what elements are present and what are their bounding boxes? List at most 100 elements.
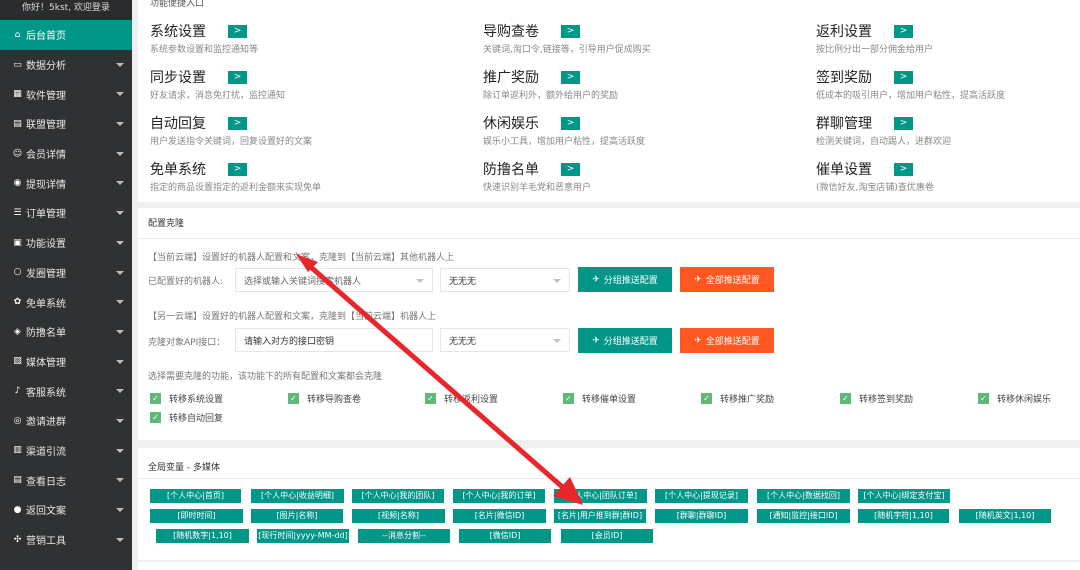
feature-title: 休闲娱乐 xyxy=(483,116,539,132)
checkbox-label: 转移休闲娱乐 xyxy=(997,395,1052,405)
feature-title: 防撸名单 xyxy=(483,162,539,178)
var-tag[interactable]: [随机字符|1,10] xyxy=(858,509,949,523)
chevron-down-icon xyxy=(116,92,124,97)
group-push-button-2[interactable]: ✈ 分组推送配置 xyxy=(578,328,672,353)
group-select-2[interactable]: 无无无 xyxy=(440,328,570,352)
chevron-down-icon xyxy=(116,359,124,364)
sidebar-item-invite-group[interactable]: ◎ 邀请进群 xyxy=(0,406,132,436)
var-tag[interactable]: [名片|微信ID] xyxy=(453,509,546,523)
sidebar-item-alliance[interactable]: ▤ 联盟管理 xyxy=(0,109,132,139)
check-guide-search[interactable]: ✓ 转移导购查卷 xyxy=(288,392,361,405)
chevron-down-icon xyxy=(116,62,124,67)
go-button[interactable]: > xyxy=(894,70,913,84)
go-button[interactable]: > xyxy=(228,70,247,84)
button-label: 分组推送配置 xyxy=(603,337,658,347)
sidebar-item-media[interactable]: ▧ 媒体管理 xyxy=(0,347,132,377)
checkbox-label: 转移自动回复 xyxy=(169,414,224,424)
var-tag[interactable]: [视频|名称] xyxy=(352,509,445,523)
feature-blacklist: 防撸名单 > 快速识别羊毛党和恶意用户 xyxy=(483,160,783,193)
monitor-icon: ▭ xyxy=(13,59,22,70)
var-tag[interactable]: [会员ID] xyxy=(561,529,653,543)
var-tag[interactable]: [个人中心|团队订单] xyxy=(554,489,647,503)
feature-sync-settings: 同步设置 > 好友请求，消息免打扰，监控通知 xyxy=(150,68,450,101)
go-button[interactable]: > xyxy=(228,24,247,38)
sidebar-item-support[interactable]: ♪ 客服系统 xyxy=(0,376,132,406)
go-button[interactable]: > xyxy=(894,162,913,176)
var-tag[interactable]: [个人中心|收益明细] xyxy=(251,489,344,503)
check-checkin-reward[interactable]: ✓ 转移签到奖励 xyxy=(840,392,913,405)
sidebar-item-withdraw[interactable]: ◉ 提现详情 xyxy=(0,168,132,198)
go-button[interactable]: > xyxy=(561,116,580,130)
var-tag[interactable]: --消息分割-- xyxy=(358,529,450,543)
var-tag[interactable]: [个人中心|首页] xyxy=(150,489,241,503)
var-tag[interactable]: [随机英文|1,10] xyxy=(959,509,1051,523)
go-button[interactable]: > xyxy=(228,162,247,176)
check-reminder-settings[interactable]: ✓ 转移催单设置 xyxy=(563,392,636,405)
var-tag[interactable]: [个人中心|绑定支付宝] xyxy=(858,489,950,503)
check-icon: ✓ xyxy=(701,393,712,404)
var-tag[interactable]: [个人中心|数据找回] xyxy=(757,489,850,503)
feature-desc: 用户发送指令关键词，回复设置好的文案 xyxy=(150,137,313,147)
chevron-down-icon xyxy=(116,122,124,127)
go-button[interactable]: > xyxy=(561,24,580,38)
check-icon: ✓ xyxy=(978,393,989,404)
sidebar-item-members[interactable]: ☺ 会员详情 xyxy=(0,139,132,169)
sidebar-item-free-order[interactable]: ✿ 免单系统 xyxy=(0,287,132,317)
var-tag[interactable]: [通知|监控|接口ID] xyxy=(757,509,850,523)
chat-icon: ● xyxy=(13,504,22,515)
var-tag[interactable]: [个人中心|提现记录] xyxy=(655,489,748,503)
feature-desc: 按比例分出一部分佣金给用户 xyxy=(816,45,934,55)
go-button[interactable]: > xyxy=(561,70,580,84)
go-button[interactable]: > xyxy=(894,24,913,38)
sidebar-item-data-analysis[interactable]: ▭ 数据分析 xyxy=(0,50,132,80)
sidebar-item-home[interactable]: ⌂ 后台首页 xyxy=(0,20,132,50)
group-push-button[interactable]: ✈ 分组推送配置 xyxy=(578,267,672,292)
push-all-button[interactable]: ✈ 全部推送配置 xyxy=(680,267,774,292)
go-button[interactable]: > xyxy=(561,162,580,176)
var-tag[interactable]: [个人中心|我的订单] xyxy=(453,489,545,503)
var-tag[interactable]: [微信ID] xyxy=(459,529,551,543)
api-key-input[interactable]: 请输入对方的接口密钥 xyxy=(235,328,433,352)
var-tag[interactable]: [图片|名称] xyxy=(251,509,343,523)
feature-system-settings: 系统设置 > 系统参数设置和监控通知等 xyxy=(150,22,450,55)
push-all-button-2[interactable]: ✈ 全部推送配置 xyxy=(680,328,774,353)
send-icon: ✈ xyxy=(592,335,600,346)
var-tag[interactable]: [现行时间|yyyy-MM-dd] xyxy=(257,529,349,543)
check-rebate-settings[interactable]: ✓ 转移返利设置 xyxy=(425,392,498,405)
sidebar-item-label: 功能设置 xyxy=(26,239,66,251)
robot-select[interactable]: 选择或输入关键词搜索机器人 xyxy=(235,268,433,292)
sidebar-item-software[interactable]: ▦ 软件管理 xyxy=(0,79,132,109)
sidebar-item-label: 查看日志 xyxy=(26,476,66,488)
sidebar-item-features[interactable]: ▣ 功能设置 xyxy=(0,228,132,258)
sidebar-item-moments[interactable]: ○ 发圈管理 xyxy=(0,258,132,288)
checkbox-label: 转移催单设置 xyxy=(582,395,637,405)
check-entertainment[interactable]: ✓ 转移休闲娱乐 xyxy=(978,392,1051,405)
clone-desc-select: 选择需要克隆的功能，该功能下的所有配置和文案都会克隆 xyxy=(148,372,383,382)
var-tag[interactable]: [群聊|群聊ID] xyxy=(655,509,748,523)
check-promo-reward[interactable]: ✓ 转移推广奖励 xyxy=(701,392,774,405)
sidebar-item-logs[interactable]: ▤ 查看日志 xyxy=(0,465,132,495)
var-tag[interactable]: [名片|用户推到群|群ID] xyxy=(554,509,646,523)
check-icon: ✓ xyxy=(840,393,851,404)
chevron-down-icon xyxy=(116,151,124,156)
group-select[interactable]: 无无无 xyxy=(440,268,570,292)
panel-heading: 功能便捷入口 xyxy=(150,0,205,9)
var-tag[interactable]: [随机数字|1,10] xyxy=(156,529,249,543)
feature-rebate-settings: 返利设置 > 按比例分出一部分佣金给用户 xyxy=(816,22,1080,55)
sidebar-item-label: 联盟管理 xyxy=(26,120,66,132)
go-button[interactable]: > xyxy=(894,116,913,130)
feature-auto-reply: 自动回复 > 用户发送指令关键词，回复设置好的文案 xyxy=(150,114,450,147)
sidebar-item-channel[interactable]: ▥ 渠道引流 xyxy=(0,436,132,466)
global-vars-panel: 全局变量 - 多媒体 [个人中心|首页] [个人中心|收益明细] [个人中心|我… xyxy=(138,448,1080,560)
var-tag[interactable]: [即时时间] xyxy=(150,509,243,523)
sidebar-item-orders[interactable]: ☰ 订单管理 xyxy=(0,198,132,228)
check-system-settings[interactable]: ✓ 转移系统设置 xyxy=(150,392,223,405)
go-button[interactable]: > xyxy=(228,116,247,130)
sidebar-item-reply-copy[interactable]: ● 返回文案 xyxy=(0,495,132,525)
chevron-down-icon xyxy=(116,211,124,216)
sidebar-item-blacklist[interactable]: ◈ 防撸名单 xyxy=(0,317,132,347)
check-auto-reply[interactable]: ✓ 转移自动回复 xyxy=(150,411,223,424)
sidebar-item-marketing[interactable]: ✣ 营销工具 xyxy=(0,525,132,555)
feature-desc: 低成本的吸引用户，增加用户粘性，提高活跃度 xyxy=(816,91,1006,101)
var-tag[interactable]: [个人中心|我的团队] xyxy=(352,489,444,503)
